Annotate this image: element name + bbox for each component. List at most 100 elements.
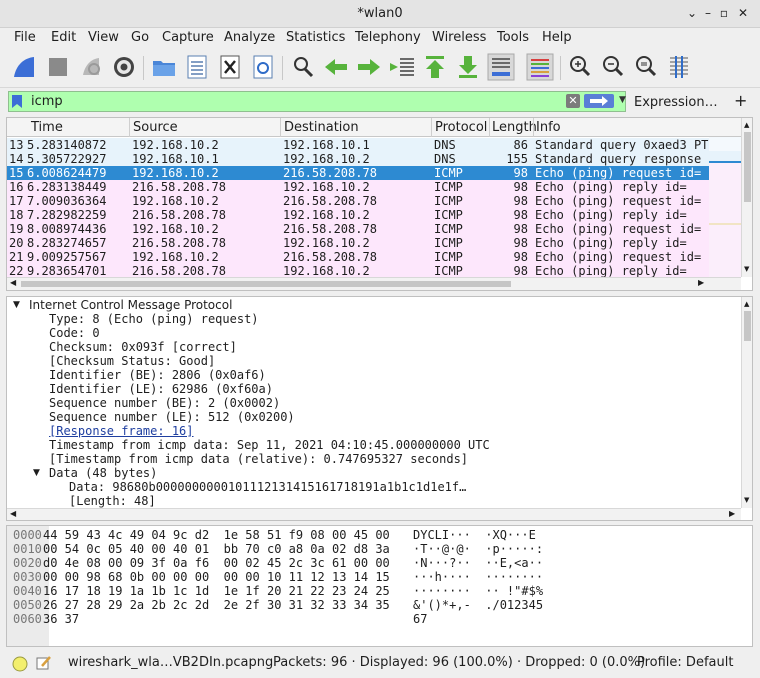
display-filter-input[interactable]: icmp ✕ ▼ [8,91,626,112]
packet-src: 192.168.10.1 [132,152,219,166]
profile-label[interactable]: Profile: Default [637,655,733,670]
zoom-in-icon[interactable] [566,53,594,81]
packet-time: 7.009036364 [27,194,107,208]
minimize-icon[interactable]: – [700,5,716,21]
packet-list-vscroll[interactable]: ▲ ▼ [741,118,752,277]
filter-dropdown-icon[interactable]: ▼ [619,95,626,105]
detail-field[interactable]: Type: 8 (Echo (ping) request) [49,312,259,326]
menu-help[interactable]: Help [542,30,572,45]
packet-row[interactable]: 13 5.283140872 192.168.10.2 192.168.10.1 DNS… [7,138,709,152]
menu-file[interactable]: File [14,30,36,45]
packet-len: 155 [506,152,528,166]
menu-tools[interactable]: Tools [497,30,529,45]
close-icon[interactable]: ✕ [735,5,751,21]
display-filter-bar: icmp ✕ ▼ Expression… + [0,88,760,116]
menu-analyze[interactable]: Analyze [224,30,275,45]
col-source[interactable]: Source [133,120,178,135]
packet-row[interactable]: 15 6.008624479 192.168.10.2 216.58.208.78 IC… [7,166,709,180]
details-vscroll[interactable]: ▲ ▼ [741,297,752,508]
col-info[interactable]: Info [536,120,561,135]
detail-field[interactable]: Identifier (LE): 62986 (0xf60a) [49,382,273,396]
start-capture-icon[interactable] [10,53,38,81]
packet-row[interactable]: 16 6.283138449 216.58.208.78 192.168.10.2 IC… [7,180,709,194]
packet-row[interactable]: 20 8.283274657 216.58.208.78 192.168.10.2 IC… [7,236,709,250]
close-file-icon[interactable] [216,53,244,81]
filter-text: icmp [31,94,63,109]
menu-view[interactable]: View [88,30,119,45]
normal-size-icon[interactable] [632,53,660,81]
colorize-icon[interactable] [526,53,554,81]
packet-dst: 192.168.10.2 [283,236,370,250]
menu-capture[interactable]: Capture [162,30,214,45]
bookmark-icon[interactable] [12,95,22,108]
details-hscroll[interactable]: ◀ ▶ [7,508,741,520]
go-to-packet-icon[interactable] [388,53,416,81]
packet-row[interactable]: 17 7.009036364 192.168.10.2 216.58.208.78 IC… [7,194,709,208]
restart-capture-icon[interactable] [77,53,105,81]
shade-icon[interactable]: ⌄ [684,5,700,21]
add-filter-button[interactable]: + [734,91,747,110]
detail-field[interactable]: Identifier (BE): 2806 (0x0af6) [49,368,266,382]
detail-field[interactable]: Code: 0 [49,326,100,340]
packet-row[interactable]: 22 9.283654701 216.58.208.78 192.168.10.2 IC… [7,264,709,278]
packet-no: 17 [9,194,24,208]
open-file-icon[interactable] [150,53,178,81]
packet-info: Standard query 0xaed3 PT [535,138,709,152]
menu-wireless[interactable]: Wireless [432,30,486,45]
find-packet-icon[interactable] [289,53,317,81]
detail-field[interactable]: Data: 98680b0000000000101112131415161718… [69,480,466,494]
menu-telephony[interactable]: Telephony [355,30,421,45]
detail-field[interactable]: [Length: 48] [69,494,156,508]
detail-field[interactable]: Checksum: 0x093f [correct] [49,340,237,354]
tree-expand-icon[interactable]: ▼ [13,298,20,312]
apply-filter-icon[interactable] [584,94,614,108]
packet-src: 216.58.208.78 [132,236,226,250]
edit-comment-icon[interactable] [36,655,52,671]
detail-field[interactable]: Data (48 bytes) [49,466,157,480]
packet-list-hscroll[interactable]: ◀ ▶ [7,277,741,290]
save-file-icon[interactable] [183,53,211,81]
zoom-out-icon[interactable] [599,53,627,81]
packet-minimap[interactable] [709,137,741,277]
go-back-icon[interactable] [322,53,350,81]
byte-hex: 00 54 0c 05 40 00 40 01 bb 70 c0 a8 0a 0… [43,542,390,556]
stop-capture-icon[interactable] [44,53,72,81]
resize-columns-icon[interactable] [665,53,693,81]
response-frame-link[interactable]: [Response frame: 16] [49,424,194,438]
go-first-icon[interactable] [421,53,449,81]
detail-field[interactable]: [Timestamp from icmp data (relative): 0.… [49,452,468,466]
tree-expand-icon[interactable]: ▼ [33,466,40,480]
detail-field[interactable]: Internet Control Message Protocol [29,298,232,312]
menu-statistics[interactable]: Statistics [286,30,345,45]
packet-dst: 216.58.208.78 [283,222,377,236]
packet-src: 192.168.10.2 [132,138,219,152]
packet-len: 98 [513,208,528,222]
auto-scroll-icon[interactable] [487,53,515,81]
col-protocol[interactable]: Protocol [435,120,487,135]
detail-field[interactable]: Sequence number (BE): 2 (0x0002) [49,396,280,410]
packet-row[interactable]: 19 8.008974436 192.168.10.2 216.58.208.78 IC… [7,222,709,236]
menu-edit[interactable]: Edit [51,30,76,45]
menu-go[interactable]: Go [131,30,149,45]
col-length[interactable]: Length [492,120,537,135]
packet-no: 18 [9,208,24,222]
col-destination[interactable]: Destination [284,120,359,135]
detail-field[interactable]: Timestamp from icmp data: Sep 11, 2021 0… [49,438,490,452]
go-last-icon[interactable] [454,53,482,81]
col-time[interactable]: Time [31,120,63,135]
go-forward-icon[interactable] [355,53,383,81]
detail-field[interactable]: Sequence number (LE): 512 (0x0200) [49,410,295,424]
packet-row[interactable]: 18 7.282982259 216.58.208.78 192.168.10.2 IC… [7,208,709,222]
packet-list-header: No. Time Source Destination Protocol Len… [7,118,741,137]
packet-row[interactable]: 21 9.009257567 192.168.10.2 216.58.208.78 IC… [7,250,709,264]
expert-info-icon[interactable] [12,656,28,672]
reload-file-icon[interactable] [249,53,277,81]
detail-field[interactable]: [Checksum Status: Good] [49,354,215,368]
maximize-icon[interactable]: ▫ [716,5,732,21]
expression-button[interactable]: Expression… [634,95,718,110]
clear-filter-icon[interactable]: ✕ [566,94,580,108]
packet-src: 216.58.208.78 [132,180,226,194]
packet-dst: 216.58.208.78 [283,166,377,180]
packet-row[interactable]: 14 5.305722927 192.168.10.1 192.168.10.2 DNS… [7,152,709,166]
capture-options-icon[interactable] [110,53,138,81]
